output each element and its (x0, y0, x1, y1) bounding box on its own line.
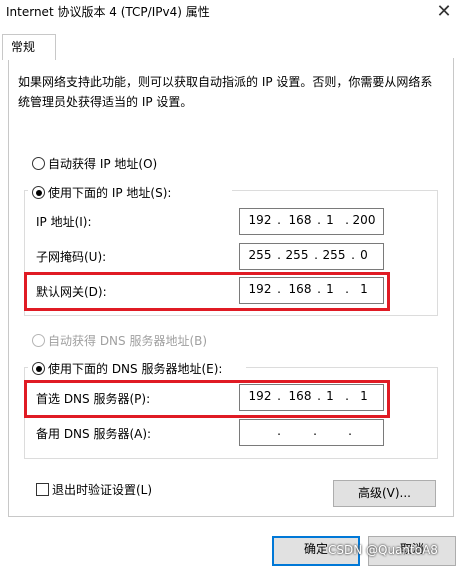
subnet-mask-octet-4: 0 (360, 248, 368, 262)
octet-dot: . (348, 424, 352, 438)
gateway-octet-1: 192 (248, 282, 272, 296)
default-gateway-field[interactable]: 192 . 168 . 1 . 1 (239, 277, 384, 304)
preferred-dns-octet-3: 1 (326, 389, 334, 403)
tab-general[interactable]: 常规 (2, 34, 56, 60)
dns-auto-radio[interactable] (32, 334, 45, 347)
ip-address-octet-2: 168 (288, 213, 312, 227)
preferred-dns-octet-2: 168 (288, 389, 312, 403)
gateway-octet-4: 1 (360, 282, 368, 296)
tab-general-label: 常规 (11, 40, 36, 54)
ip-auto-radio[interactable] (32, 157, 45, 170)
window-title: Internet 协议版本 4 (TCP/IPv4) 属性 (6, 5, 210, 19)
octet-dot: . (277, 282, 281, 296)
close-icon[interactable]: ✕ (430, 0, 458, 26)
ip-auto-label[interactable]: 自动获得 IP 地址(O) (48, 155, 157, 172)
ip-address-octet-4: 200 (352, 213, 376, 227)
octet-dot: . (277, 424, 281, 438)
ip-manual-radio[interactable] (32, 186, 45, 199)
preferred-dns-label: 首选 DNS 服务器(P): (36, 392, 151, 406)
preferred-dns-octet-1: 192 (248, 389, 272, 403)
validate-on-exit-checkbox[interactable] (36, 483, 49, 496)
subnet-mask-octet-3: 255 (322, 248, 346, 262)
default-gateway-label: 默认网关(D): (36, 285, 107, 299)
advanced-button[interactable]: 高级(V)... (333, 480, 436, 507)
subnet-mask-octet-2: 255 (285, 248, 309, 262)
dns-auto-label[interactable]: 自动获得 DNS 服务器地址(B) (48, 332, 207, 349)
ip-address-octet-3: 1 (326, 213, 334, 227)
subnet-mask-label: 子网掩码(U): (36, 250, 107, 264)
ip-address-label: IP 地址(I): (36, 215, 92, 229)
octet-dot: . (313, 424, 317, 438)
alternate-dns-field[interactable]: . . . (239, 419, 384, 446)
subnet-mask-octet-1: 255 (248, 248, 272, 262)
octet-dot: . (277, 213, 281, 227)
ip-address-field[interactable]: 192 . 168 . 1 . 200 (239, 208, 384, 235)
dns-manual-label[interactable]: 使用下面的 DNS 服务器地址(E): (48, 360, 222, 377)
preferred-dns-octet-4: 1 (360, 389, 368, 403)
octet-dot: . (277, 389, 281, 403)
alternate-dns-label: 备用 DNS 服务器(A): (36, 427, 152, 441)
validate-on-exit-label[interactable]: 退出时验证设置(L) (52, 481, 152, 498)
preferred-dns-field[interactable]: 192 . 168 . 1 . 1 (239, 384, 384, 411)
ip-address-octet-1: 192 (248, 213, 272, 227)
gateway-octet-3: 1 (326, 282, 334, 296)
dns-manual-radio[interactable] (32, 362, 45, 375)
description-text: 如果网络支持此功能，则可以获取自动指派的 IP 设置。否则，你需要从网络系统管理… (18, 75, 433, 109)
title-bar: Internet 协议版本 4 (TCP/IPv4) 属性 ✕ (0, 0, 458, 26)
gateway-octet-2: 168 (288, 282, 312, 296)
watermark-text: CSDN @QuantoA8 (328, 543, 438, 557)
ip-manual-label[interactable]: 使用下面的 IP 地址(S): (48, 184, 171, 201)
subnet-mask-field[interactable]: 255 . 255 . 255 . 0 (239, 243, 384, 270)
